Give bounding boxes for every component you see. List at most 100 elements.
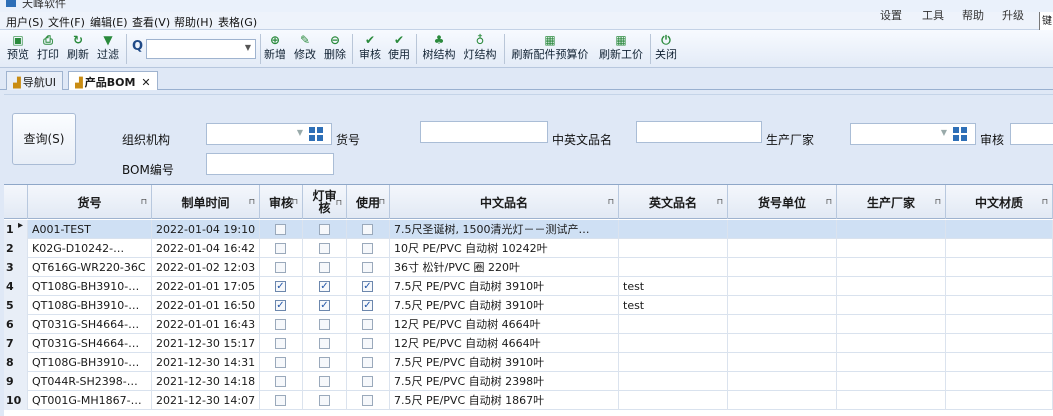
cell-cn-name[interactable]: 12尺 PE/PVC 自动树 4664叶 xyxy=(390,315,619,334)
close-icon[interactable]: ✕ xyxy=(141,76,150,89)
cell-empty[interactable] xyxy=(728,391,837,410)
checkbox[interactable] xyxy=(362,376,373,387)
cell-empty[interactable] xyxy=(946,277,1053,296)
menu-tools[interactable]: 工具 xyxy=(922,7,944,23)
org-combo[interactable]: ▼ xyxy=(206,123,332,145)
pin-icon[interactable]: ⊓ xyxy=(141,197,147,206)
row-number[interactable]: 10 xyxy=(4,391,28,410)
refresh-button[interactable]: ↻ 刷新 xyxy=(66,32,90,66)
cell-time[interactable]: 2021-12-30 14:18 xyxy=(152,372,260,391)
table-row[interactable]: 2 K02G-D10242-… 2022-01-04 16:42 10尺 PE/PVC… xyxy=(4,239,1053,258)
row-number[interactable]: 9 xyxy=(4,372,28,391)
table-row[interactable]: 9 QT044R-SH2398-… 2021-12-30 14:18 7.5尺 PE/… xyxy=(4,372,1053,391)
cell-time[interactable]: 2021-12-30 15:17 xyxy=(152,334,260,353)
menu-edit[interactable]: 编辑(E) xyxy=(90,14,128,30)
checkbox[interactable] xyxy=(362,338,373,349)
header-audit[interactable]: 审核 ⊓ xyxy=(260,185,303,219)
menu-settings[interactable]: 设置 xyxy=(880,7,902,23)
menu-table[interactable]: 表格(G) xyxy=(218,14,257,30)
add-button[interactable]: ⊕ 新增 xyxy=(263,32,287,66)
light-structure-button[interactable]: ♁ 灯结构 xyxy=(462,32,498,66)
header-cn-material[interactable]: 中文材质 ⊓ xyxy=(946,185,1053,219)
cell-en-name[interactable] xyxy=(619,353,728,372)
refresh-labor-price-button[interactable]: ▦ 刷新工价 xyxy=(596,32,646,66)
cell-empty[interactable] xyxy=(728,239,837,258)
cell-cn-name[interactable]: 36寸 松针/PVC 圈 220叶 xyxy=(390,258,619,277)
menu-user[interactable]: 用户(S) xyxy=(6,14,44,30)
pin-icon[interactable]: ⊓ xyxy=(249,197,255,206)
cell-cn-name[interactable]: 7.5尺 PE/PVC 自动树 1867叶 xyxy=(390,391,619,410)
dropdown-caret-icon[interactable]: ▼ xyxy=(941,128,947,137)
refresh-parts-price-button[interactable]: ▦ 刷新配件预算价 xyxy=(508,32,592,66)
checkbox[interactable] xyxy=(362,243,373,254)
use-button[interactable]: ✔ 使用 xyxy=(387,32,411,66)
row-number[interactable]: 7 xyxy=(4,334,28,353)
pin-icon[interactable]: ⊓ xyxy=(717,197,723,206)
row-number[interactable]: 8 xyxy=(4,353,28,372)
checkbox[interactable]: ✓ xyxy=(275,281,286,292)
checkbox[interactable] xyxy=(275,224,286,235)
cell-time[interactable]: 2021-12-30 14:31 xyxy=(152,353,260,372)
cell-empty[interactable] xyxy=(837,296,946,315)
cell-time[interactable]: 2021-12-30 14:07 xyxy=(152,391,260,410)
checkbox[interactable] xyxy=(319,338,330,349)
checkbox[interactable]: ✓ xyxy=(319,300,330,311)
pin-icon[interactable]: ⊓ xyxy=(336,197,342,209)
search-combo[interactable]: ▼ xyxy=(146,39,256,59)
checkbox[interactable] xyxy=(319,395,330,406)
grid-picker-icon[interactable] xyxy=(953,127,967,141)
cell-empty[interactable] xyxy=(837,372,946,391)
checkbox[interactable] xyxy=(362,224,373,235)
keyboard-tab[interactable]: 键 xyxy=(1039,12,1053,30)
cell-empty[interactable] xyxy=(728,277,837,296)
checkbox[interactable]: ✓ xyxy=(362,281,373,292)
table-row[interactable]: 6 QT031G-SH4664-… 2022-01-01 16:43 12尺 PE/P… xyxy=(4,315,1053,334)
checkbox[interactable]: ✓ xyxy=(362,300,373,311)
table-row[interactable]: 4 QT108G-BH3910-… 2022-01-01 17:05 ✓ ✓ ✓ 7.5尺 … xyxy=(4,277,1053,296)
row-number[interactable]: 6 xyxy=(4,315,28,334)
cell-empty[interactable] xyxy=(946,315,1053,334)
table-row[interactable]: 1 ▸ A001-TEST 2022-01-04 19:10 7.5尺圣诞树, 1500… xyxy=(4,220,1053,239)
cell-en-name[interactable] xyxy=(619,372,728,391)
print-button[interactable]: ⎙ 打印 xyxy=(36,32,60,66)
table-row[interactable]: 5 QT108G-BH3910-… 2022-01-01 16:50 ✓ ✓ ✓ 7.5尺 … xyxy=(4,296,1053,315)
cell-item-no[interactable]: K02G-D10242-… xyxy=(28,239,152,258)
menu-file[interactable]: 文件(F) xyxy=(48,14,85,30)
cell-item-no[interactable]: QT031G-SH4664-… xyxy=(28,334,152,353)
checkbox[interactable] xyxy=(319,243,330,254)
cell-empty[interactable] xyxy=(728,353,837,372)
cell-empty[interactable] xyxy=(946,372,1053,391)
cell-empty[interactable] xyxy=(946,296,1053,315)
cell-empty[interactable] xyxy=(837,239,946,258)
cell-item-no[interactable]: QT031G-SH4664-… xyxy=(28,315,152,334)
cell-en-name[interactable]: test xyxy=(619,277,728,296)
cell-empty[interactable] xyxy=(837,277,946,296)
cell-empty[interactable] xyxy=(946,353,1053,372)
row-number[interactable]: 3 xyxy=(4,258,28,277)
row-number[interactable]: 1 xyxy=(4,220,28,239)
tree-structure-button[interactable]: ♣ 树结构 xyxy=(421,32,457,66)
checkbox[interactable] xyxy=(275,395,286,406)
cell-empty[interactable] xyxy=(837,353,946,372)
checkbox[interactable] xyxy=(319,224,330,235)
checkbox[interactable] xyxy=(362,319,373,330)
header-en-name[interactable]: 英文品名 ⊓ xyxy=(619,185,728,219)
cell-item-no[interactable]: QT001G-MH1867-… xyxy=(28,391,152,410)
checkbox[interactable] xyxy=(319,319,330,330)
cell-empty[interactable] xyxy=(728,372,837,391)
delete-button[interactable]: ⊖ 删除 xyxy=(323,32,347,66)
cell-item-no[interactable]: QT108G-BH3910-… xyxy=(28,353,152,372)
cell-empty[interactable] xyxy=(728,315,837,334)
cell-item-no[interactable]: A001-TEST xyxy=(28,220,152,239)
cell-empty[interactable] xyxy=(728,296,837,315)
close-button[interactable]: ⏻ 关闭 xyxy=(654,32,678,66)
menu-help[interactable]: 帮助(H) xyxy=(174,14,213,30)
cell-cn-name[interactable]: 7.5尺 PE/PVC 自动树 3910叶 xyxy=(390,296,619,315)
cell-time[interactable]: 2022-01-04 16:42 xyxy=(152,239,260,258)
cell-empty[interactable] xyxy=(837,220,946,239)
cell-empty[interactable] xyxy=(946,334,1053,353)
cell-en-name[interactable] xyxy=(619,334,728,353)
menu-view[interactable]: 查看(V) xyxy=(132,14,170,30)
header-use[interactable]: 使用 ⊓ xyxy=(347,185,390,219)
checkbox[interactable] xyxy=(362,395,373,406)
